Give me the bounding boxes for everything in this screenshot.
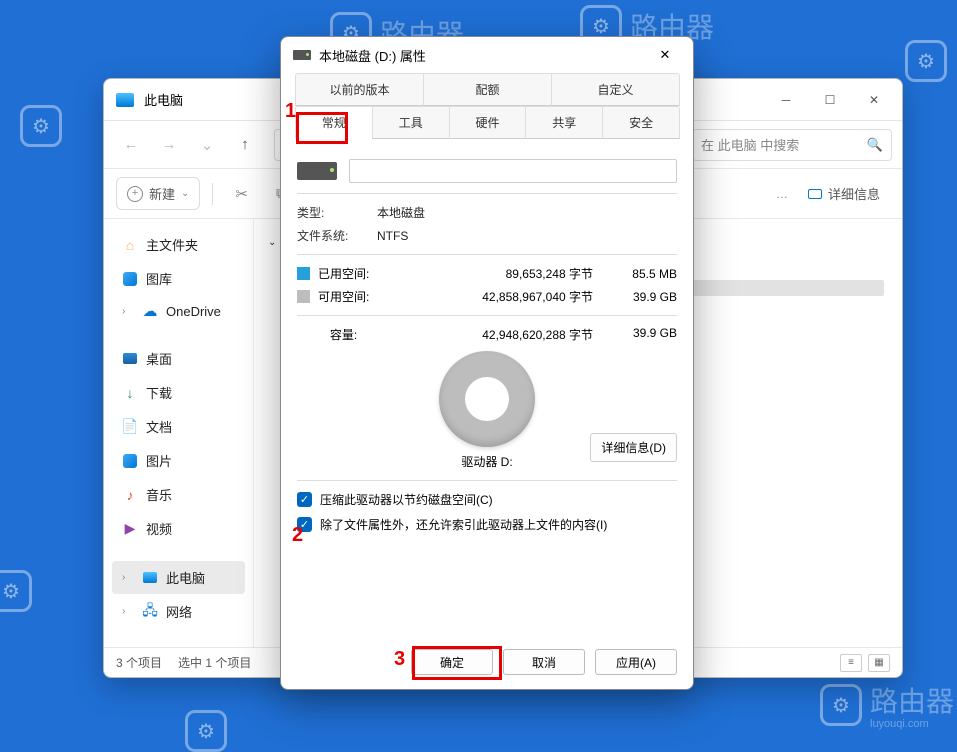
back-button[interactable]: ← [114,128,148,162]
free-label: 可用空间: [318,288,390,305]
tab-strip: 以前的版本 配额 自定义 常规 工具 硬件 共享 安全 [281,73,693,139]
search-icon: 🔍 [867,137,883,153]
sidebar-item-pictures[interactable]: 图片 [112,444,245,477]
view-list-button[interactable]: ≡ [840,654,862,672]
drive-icon [293,50,311,60]
app-icon [116,93,134,107]
sidebar-item-thispc[interactable]: ›此电脑 [112,561,245,594]
download-icon: ↓ [122,385,138,401]
network-icon: 🖧 [142,604,158,620]
sidebar-item-documents[interactable]: 📄文档 [112,410,245,443]
properties-dialog: 本地磁盘 (D:) 属性 ✕ 以前的版本 配额 自定义 常规 工具 硬件 共享 … [280,36,694,690]
tab-hardware[interactable]: 硬件 [449,106,527,139]
recent-dropdown[interactable]: ⌄ [190,128,224,162]
desktop-icon [122,351,138,367]
sidebar-item-network[interactable]: ›🖧网络 [112,595,245,628]
details-button[interactable]: 详细信息 [798,178,890,209]
view-grid-button[interactable]: ▦ [868,654,890,672]
sidebar-item-home[interactable]: ⌂主文件夹 [112,228,245,261]
sidebar-item-desktop[interactable]: 桌面 [112,342,245,375]
cloud-icon [142,303,158,319]
type-value: 本地磁盘 [377,204,425,221]
tab-sharing[interactable]: 共享 [525,106,603,139]
index-checkbox[interactable]: ✓ [297,517,312,532]
dialog-titlebar: 本地磁盘 (D:) 属性 ✕ [281,37,693,73]
usage-donut-chart [439,351,535,447]
dialog-title: 本地磁盘 (D:) 属性 [319,46,426,65]
fs-label: 文件系统: [297,227,377,244]
new-button[interactable]: +新建⌄ [116,177,200,210]
tab-general[interactable]: 常规 [295,106,373,139]
free-bytes: 42,858,967,040 字节 [390,288,609,305]
minimize-button[interactable]: ─ [764,85,808,115]
tab-quota[interactable]: 配额 [423,73,552,106]
index-label: 除了文件属性外，还允许索引此驱动器上文件的内容(I) [320,516,607,533]
status-items: 3 个项目 [116,654,162,671]
cut-button[interactable]: ✂ [225,179,258,209]
compress-label: 压缩此驱动器以节约磁盘空间(C) [320,491,493,508]
sidebar: ⌂主文件夹 图库 ›OneDrive 桌面 ↓下载 📄文档 图片 ♪音乐 ▶视频… [104,219,254,647]
used-label: 已用空间: [318,265,390,282]
search-placeholder: 在 此电脑 中搜索 [701,135,799,154]
cancel-button[interactable]: 取消 [503,649,585,675]
compress-checkbox[interactable]: ✓ [297,492,312,507]
capacity-label: 容量: [297,326,390,343]
used-swatch [297,267,310,280]
home-icon: ⌂ [122,237,138,253]
picture-icon [122,453,138,469]
tab-customize[interactable]: 自定义 [551,73,680,106]
drive-icon-large [297,162,337,180]
scissors-icon: ✂ [235,185,248,203]
drive-label: 驱动器 D: [461,453,512,470]
sidebar-item-onedrive[interactable]: ›OneDrive [112,296,245,326]
drive-name-input[interactable] [349,159,677,183]
sidebar-item-music[interactable]: ♪音乐 [112,478,245,511]
document-icon: 📄 [122,419,138,435]
apply-button[interactable]: 应用(A) [595,649,677,675]
up-button[interactable]: ↑ [228,128,262,162]
used-bytes: 89,653,248 字节 [390,265,609,282]
status-selected: 选中 1 个项目 [178,654,251,671]
search-input[interactable]: 在 此电脑 中搜索 🔍 [692,129,892,161]
music-icon: ♪ [122,487,138,503]
maximize-button[interactable]: ☐ [808,85,852,115]
capacity-bytes: 42,948,620,288 字节 [390,326,609,343]
free-swatch [297,290,310,303]
used-human: 85.5 MB [609,267,677,281]
pc-icon [142,570,158,586]
sidebar-item-gallery[interactable]: 图库 [112,262,245,295]
free-human: 39.9 GB [609,290,677,304]
gallery-icon [122,271,138,287]
forward-button[interactable]: → [152,128,186,162]
details-button[interactable]: 详细信息(D) [590,433,677,462]
tab-tools[interactable]: 工具 [372,106,450,139]
capacity-human: 39.9 GB [609,326,677,343]
close-button[interactable]: ✕ [852,85,896,115]
type-label: 类型: [297,204,377,221]
sidebar-item-videos[interactable]: ▶视频 [112,512,245,545]
fs-value: NTFS [377,229,408,243]
tab-security[interactable]: 安全 [602,106,680,139]
video-icon: ▶ [122,521,138,537]
ok-button[interactable]: 确定 [411,649,493,675]
watermark-sub: luyouqi.com [870,718,954,730]
sidebar-item-downloads[interactable]: ↓下载 [112,376,245,409]
tab-pane-general: 类型:本地磁盘 文件系统:NTFS 已用空间: 89,653,248 字节 85… [281,139,693,639]
window-title: 此电脑 [144,90,183,109]
dialog-button-row: 确定 取消 应用(A) [281,639,693,689]
watermark-text: 路由器 [870,686,954,717]
dialog-close-button[interactable]: ✕ [645,41,685,69]
tab-previous-versions[interactable]: 以前的版本 [295,73,424,106]
